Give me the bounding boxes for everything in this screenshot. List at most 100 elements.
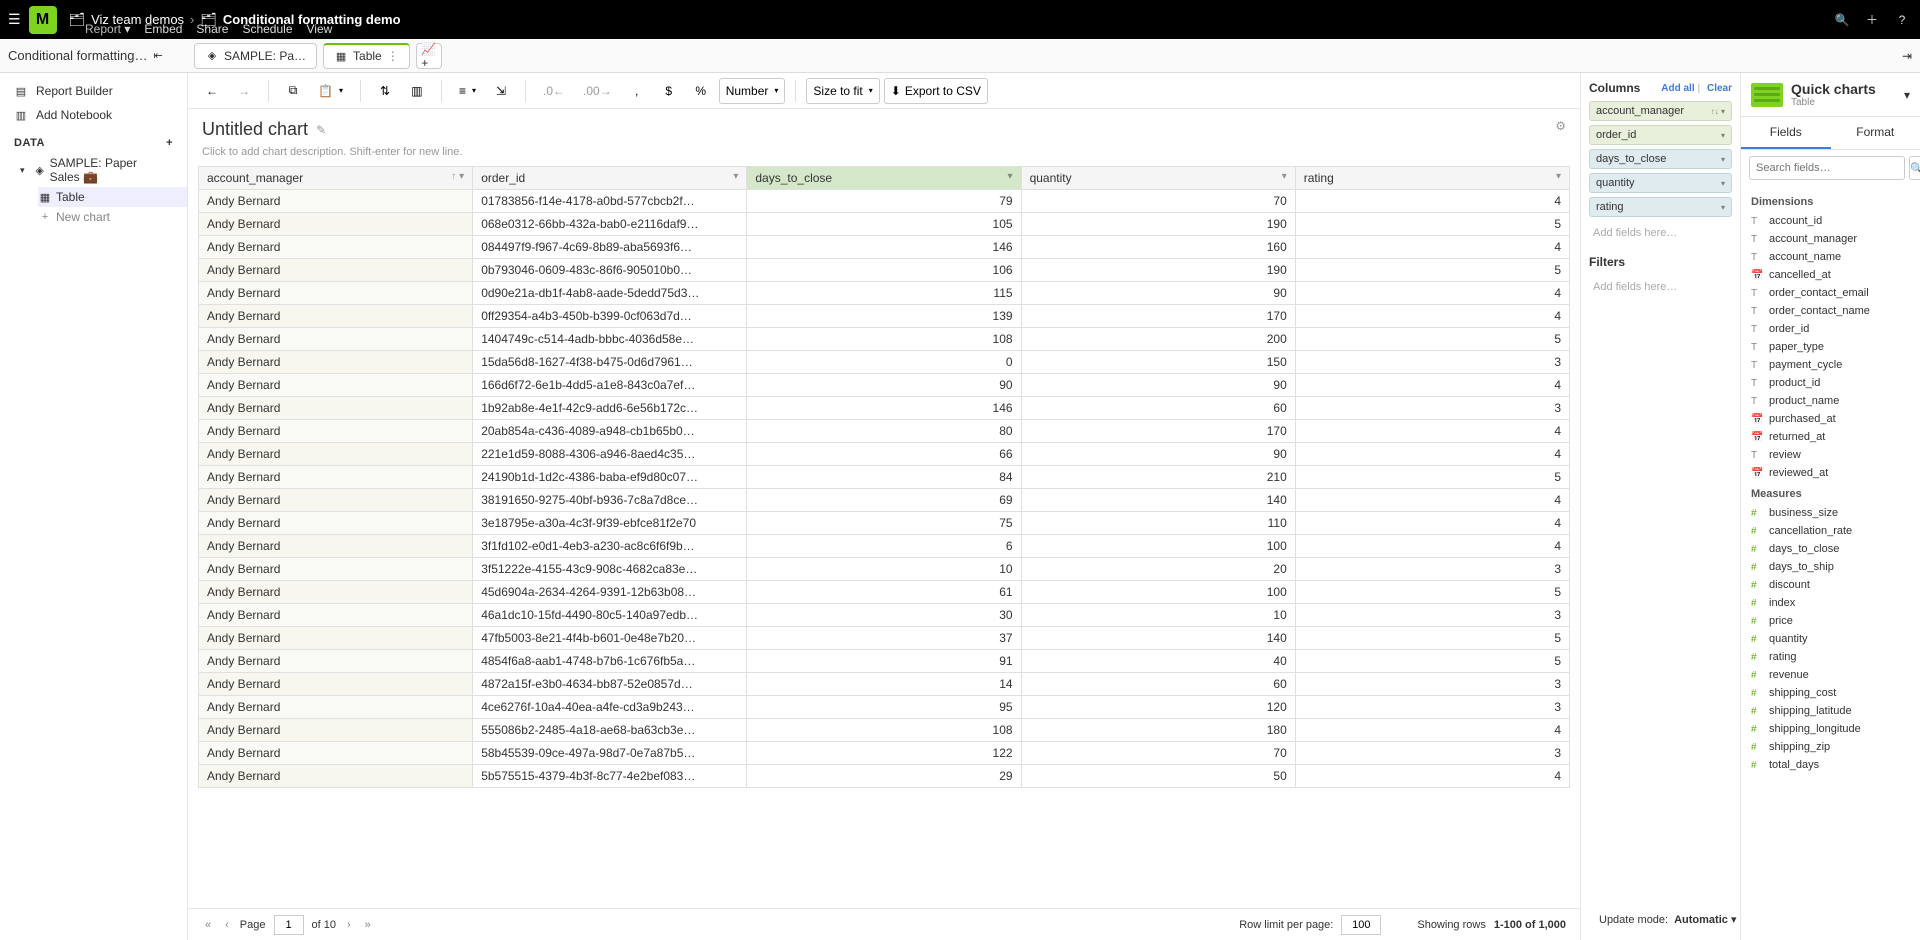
add-data-icon[interactable]: + bbox=[166, 137, 173, 149]
field-item[interactable]: #revenue bbox=[1749, 666, 1912, 684]
field-item[interactable]: #days_to_close bbox=[1749, 540, 1912, 558]
field-item[interactable]: #shipping_longitude bbox=[1749, 720, 1912, 738]
field-item[interactable]: #rating bbox=[1749, 648, 1912, 666]
column-menu-icon[interactable]: ▾ bbox=[1282, 171, 1287, 182]
search-button[interactable]: 🔍 bbox=[1909, 156, 1920, 180]
prev-page-button[interactable]: ‹ bbox=[222, 919, 232, 931]
wrap-button[interactable]: ⇲ bbox=[487, 78, 515, 104]
table-cell[interactable]: 190 bbox=[1021, 259, 1295, 282]
field-item[interactable]: #index bbox=[1749, 594, 1912, 612]
redo-button[interactable]: → bbox=[230, 78, 258, 104]
table-cell[interactable]: Andy Bernard bbox=[199, 236, 473, 259]
table-cell[interactable]: 60 bbox=[1021, 397, 1295, 420]
field-item[interactable]: Tproduct_name bbox=[1749, 392, 1912, 410]
table-cell[interactable]: Andy Bernard bbox=[199, 742, 473, 765]
table-cell[interactable]: 47fb5003-8e21-4f4b-b601-0e48e7b20… bbox=[473, 627, 747, 650]
field-item[interactable]: Torder_contact_email bbox=[1749, 284, 1912, 302]
page-input[interactable] bbox=[274, 915, 304, 935]
table-cell[interactable]: 3 bbox=[1295, 742, 1569, 765]
table-cell[interactable]: 5 bbox=[1295, 581, 1569, 604]
tab-format[interactable]: Format bbox=[1831, 117, 1920, 149]
table-cell[interactable]: 61 bbox=[747, 581, 1021, 604]
collapse-right-icon[interactable]: ⇥ bbox=[1902, 49, 1912, 63]
table-cell[interactable]: 3e18795e-a30a-4c3f-9f39-ebfce81f2e70 bbox=[473, 512, 747, 535]
caret-down-icon[interactable]: ▾ bbox=[20, 165, 30, 176]
field-item[interactable]: 📅cancelled_at bbox=[1749, 266, 1912, 284]
tab-menu-icon[interactable]: ⋮ bbox=[387, 49, 399, 63]
table-row[interactable]: Andy Bernard221e1d59-8088-4306-a946-8aed… bbox=[199, 443, 1570, 466]
table-row[interactable]: Andy Bernard4872a15f-e3b0-4634-bb87-52e0… bbox=[199, 673, 1570, 696]
table-cell[interactable]: 4 bbox=[1295, 236, 1569, 259]
table-cell[interactable]: 4 bbox=[1295, 512, 1569, 535]
table-cell[interactable]: 10 bbox=[747, 558, 1021, 581]
export-csv-button[interactable]: ⬇ Export to CSV bbox=[884, 78, 988, 104]
table-row[interactable]: Andy Bernard1404749c-c514-4adb-bbbc-4036… bbox=[199, 328, 1570, 351]
app-menu-icon[interactable]: ☰ bbox=[8, 11, 21, 28]
field-item[interactable]: Torder_contact_name bbox=[1749, 302, 1912, 320]
table-cell[interactable]: 190 bbox=[1021, 213, 1295, 236]
table-cell[interactable]: 1404749c-c514-4adb-bbbc-4036d58e… bbox=[473, 328, 747, 351]
table-cell[interactable]: 70 bbox=[1021, 190, 1295, 213]
paste-button[interactable]: 📋▾ bbox=[311, 78, 350, 104]
col-header-order-id[interactable]: order_id▾ bbox=[473, 167, 747, 190]
chart-title[interactable]: Untitled chart bbox=[202, 119, 308, 140]
table-cell[interactable]: 60 bbox=[1021, 673, 1295, 696]
table-cell[interactable]: 10 bbox=[1021, 604, 1295, 627]
app-logo[interactable]: M bbox=[29, 6, 57, 34]
table-cell[interactable]: 140 bbox=[1021, 627, 1295, 650]
table-cell[interactable]: 105 bbox=[747, 213, 1021, 236]
table-cell[interactable]: Andy Bernard bbox=[199, 650, 473, 673]
col-header-quantity[interactable]: quantity▾ bbox=[1021, 167, 1295, 190]
table-cell[interactable]: Andy Bernard bbox=[199, 719, 473, 742]
table-cell[interactable]: 46a1dc10-15fd-4490-80c5-140a97edb… bbox=[473, 604, 747, 627]
table-cell[interactable]: Andy Bernard bbox=[199, 397, 473, 420]
add-all-link[interactable]: Add all bbox=[1661, 83, 1694, 94]
table-row[interactable]: Andy Bernard24190b1d-1d2c-4386-baba-ef9d… bbox=[199, 466, 1570, 489]
next-page-button[interactable]: › bbox=[344, 919, 354, 931]
table-cell[interactable]: 068e0312-66bb-432a-bab0-e2116daf9… bbox=[473, 213, 747, 236]
table-cell[interactable]: 3 bbox=[1295, 673, 1569, 696]
sort-button[interactable]: ⇅ bbox=[371, 78, 399, 104]
field-item[interactable]: 📅reviewed_at bbox=[1749, 464, 1912, 482]
field-item[interactable]: #total_days bbox=[1749, 756, 1912, 774]
field-item[interactable]: #shipping_cost bbox=[1749, 684, 1912, 702]
row-limit-input[interactable] bbox=[1341, 915, 1381, 935]
table-cell[interactable]: 3 bbox=[1295, 558, 1569, 581]
table-cell[interactable]: 58b45539-09ce-497a-98d7-0e7a87b5… bbox=[473, 742, 747, 765]
table-cell[interactable]: 3 bbox=[1295, 604, 1569, 627]
table-cell[interactable]: 91 bbox=[747, 650, 1021, 673]
table-cell[interactable]: 3f51222e-4155-43c9-908c-4682ca83e… bbox=[473, 558, 747, 581]
table-row[interactable]: Andy Bernard20ab854a-c436-4089-a948-cb1b… bbox=[199, 420, 1570, 443]
table-cell[interactable]: 14 bbox=[747, 673, 1021, 696]
add-icon[interactable]: ＋ bbox=[1862, 10, 1882, 30]
table-cell[interactable]: 210 bbox=[1021, 466, 1295, 489]
report-builder-item[interactable]: ▤ Report Builder bbox=[0, 79, 187, 103]
table-cell[interactable]: 5 bbox=[1295, 466, 1569, 489]
field-item[interactable]: #price bbox=[1749, 612, 1912, 630]
table-row[interactable]: Andy Bernard46a1dc10-15fd-4490-80c5-140a… bbox=[199, 604, 1570, 627]
tab-sample[interactable]: ◈ SAMPLE: Pa… bbox=[194, 43, 317, 69]
table-cell[interactable]: Andy Bernard bbox=[199, 673, 473, 696]
column-menu-icon[interactable]: ▾ bbox=[733, 171, 738, 182]
table-cell[interactable]: 90 bbox=[747, 374, 1021, 397]
table-cell[interactable]: 170 bbox=[1021, 305, 1295, 328]
chart-settings-icon[interactable]: ⚙ bbox=[1555, 119, 1566, 133]
table-cell[interactable]: 66 bbox=[747, 443, 1021, 466]
new-chart-item[interactable]: + New chart bbox=[38, 207, 187, 227]
table-cell[interactable]: 180 bbox=[1021, 719, 1295, 742]
dataset-tree-item[interactable]: ▾ ◈ SAMPLE: Paper Sales 💼 ⋮ bbox=[0, 153, 187, 187]
table-cell[interactable]: 4 bbox=[1295, 443, 1569, 466]
table-cell[interactable]: 24190b1d-1d2c-4386-baba-ef9d80c07… bbox=[473, 466, 747, 489]
table-row[interactable]: Andy Bernard0b793046-0609-483c-86f6-9050… bbox=[199, 259, 1570, 282]
columns-dropzone[interactable]: Add fields here… bbox=[1589, 221, 1732, 245]
field-item[interactable]: #shipping_latitude bbox=[1749, 702, 1912, 720]
table-cell[interactable]: 4872a15f-e3b0-4634-bb87-52e0857d… bbox=[473, 673, 747, 696]
format-dropdown[interactable]: Number▾ bbox=[719, 78, 786, 104]
field-item[interactable]: Tpaper_type bbox=[1749, 338, 1912, 356]
table-cell[interactable]: 146 bbox=[747, 236, 1021, 259]
table-cell[interactable]: 5 bbox=[1295, 627, 1569, 650]
table-cell[interactable]: 108 bbox=[747, 328, 1021, 351]
decimal-inc-button[interactable]: .00→ bbox=[576, 78, 619, 104]
column-pill[interactable]: quantity▾ bbox=[1589, 173, 1732, 193]
field-item[interactable]: Treview bbox=[1749, 446, 1912, 464]
